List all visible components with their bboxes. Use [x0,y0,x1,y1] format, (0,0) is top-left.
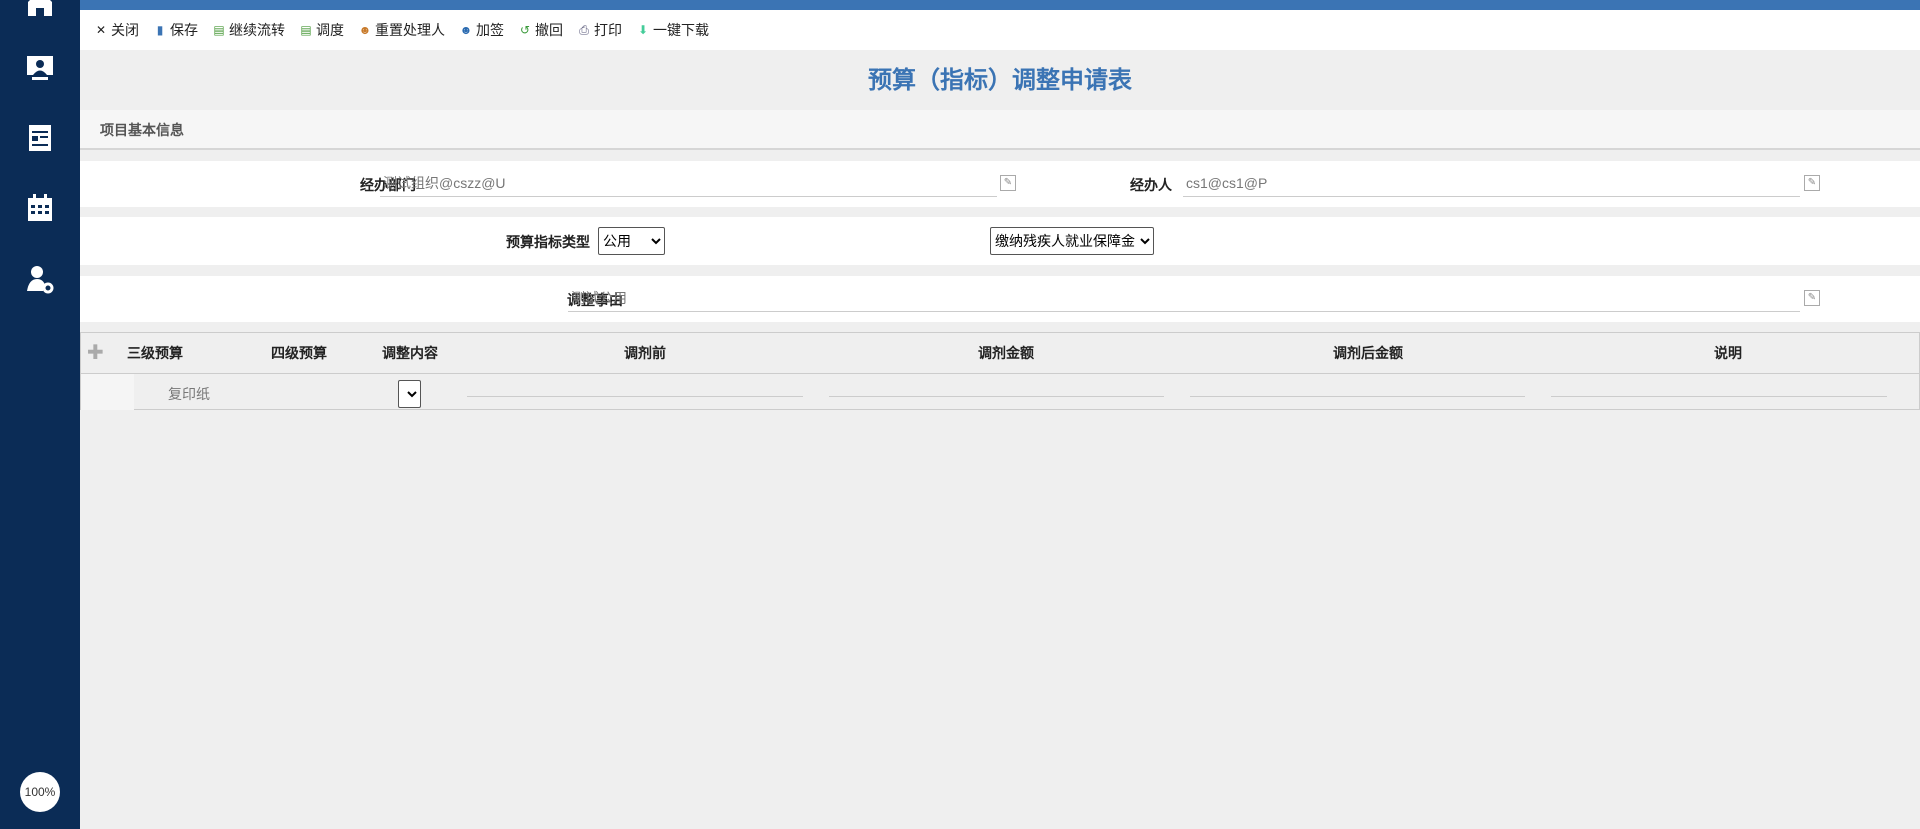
adjustment-table: ✚ 三级预算 四级预算 调整内容 调剂前 调剂金额 调剂后金额 说明 复印纸 [80,332,1920,410]
calendar-icon[interactable] [24,192,56,224]
table-row: 复印纸 [81,374,1919,410]
home-icon[interactable] [24,0,56,18]
reset-handler-icon: ☻ [358,23,372,37]
header-amount: 调剂金额 [978,345,1034,361]
after-input[interactable] [1190,396,1525,397]
amount-input[interactable] [829,396,1164,397]
edit-icon[interactable]: ✎ [1804,290,1820,306]
budget-type-select[interactable]: 公用 [598,227,665,255]
row-handle [81,374,134,410]
download-icon: ⬇ [637,23,649,37]
toolbar: ✕ 关闭 ▮ 保存 ▤ 继续流转 ▤ 调度 ☻ 重置处理人 ☻ 加签 ↺ 撤回 ⎙ 打印 ⬇ 一键下载 [80,10,1920,50]
print-icon: ⎙ [579,23,589,37]
close-button[interactable]: ✕ 关闭 [94,20,139,40]
forward-button[interactable]: ▤ 继续流转 [212,20,285,40]
toolbar-label: 保存 [170,22,198,38]
document-icon[interactable] [24,122,56,154]
handler-input[interactable]: cs1@cs1@P [1183,169,1800,197]
level3-cell: 复印纸 [168,386,210,402]
toolbar-label: 继续流转 [229,22,285,38]
page-title: 预算（指标）调整申请表 [868,67,1132,94]
toolbar-label: 一键下载 [653,22,709,38]
content-select[interactable] [398,380,421,408]
add-row-icon[interactable]: ✚ [87,343,104,363]
sidebar: 100% [0,0,80,829]
toolbar-label: 调度 [316,22,344,38]
undo-button[interactable]: ↺ 撤回 [518,20,563,40]
form-row-reason: 调整事由 测试公用 ✎ [80,276,1920,322]
toolbar-label: 关闭 [111,22,139,38]
header-level3: 三级预算 [127,345,183,361]
before-input[interactable] [467,396,803,397]
add-sign-icon: ☻ [459,23,473,37]
undo-icon: ↺ [519,23,531,37]
save-button[interactable]: ▮ 保存 [153,20,198,40]
toolbar-label: 重置处理人 [375,22,445,38]
header-content: 调整内容 [382,345,438,361]
forward-icon: ▤ [213,23,225,37]
header-before: 调剂前 [624,345,666,361]
header-level4: 四级预算 [271,345,327,361]
print-button[interactable]: ⎙ 打印 [577,20,622,40]
note-input[interactable] [1551,396,1887,397]
zoom-level-badge[interactable]: 100% [20,772,60,812]
reset-handler-button[interactable]: ☻ 重置处理人 [358,20,445,40]
top-bar [80,0,1920,10]
department-input[interactable]: 测试组织@cszz@U [380,169,997,197]
edit-icon[interactable]: ✎ [1000,175,1016,191]
edit-icon[interactable]: ✎ [1804,175,1820,191]
download-button[interactable]: ⬇ 一键下载 [636,20,709,40]
add-sign-button[interactable]: ☻ 加签 [459,20,504,40]
header-note: 说明 [1714,345,1742,361]
save-icon: ▮ [156,23,164,37]
handler-label: 经办人 [1130,177,1172,193]
section-header: 项目基本信息 [80,110,1920,150]
reason-input[interactable]: 测试公用 [568,284,1800,312]
toolbar-label: 撤回 [535,22,563,38]
budget-type-label: 预算指标类型 [506,234,590,250]
dispatch-button[interactable]: ▤ 调度 [299,20,344,40]
toolbar-label: 打印 [594,22,622,38]
table-header: ✚ 三级预算 四级预算 调整内容 调剂前 调剂金额 调剂后金额 说明 [81,333,1919,374]
monitor-user-icon[interactable] [24,52,56,84]
user-settings-icon[interactable] [24,263,56,295]
close-icon: ✕ [95,23,107,37]
toolbar-label: 加签 [476,22,504,38]
form-row-department: 经办部门 测试组织@cszz@U ✎ 经办人 cs1@cs1@P ✎ [80,161,1920,207]
budget-item-select[interactable]: 缴纳残疾人就业保障金 [990,227,1154,255]
header-after: 调剂后金额 [1333,345,1403,361]
form-row-type: 预算指标类型 公用 缴纳残疾人就业保障金 [80,217,1920,265]
dispatch-icon: ▤ [300,23,312,37]
